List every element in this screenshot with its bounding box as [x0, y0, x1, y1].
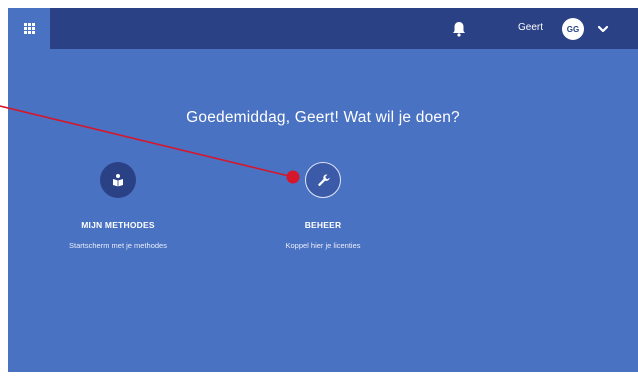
tile-mijn-methodes[interactable]: MIJN METHODES Startscherm met je methode… — [18, 162, 218, 250]
tile-title: BEHEER — [304, 220, 342, 230]
bell-icon[interactable] — [450, 20, 468, 38]
book-icon — [113, 174, 123, 187]
apps-grid-icon — [23, 23, 35, 34]
app-window: Geert GG Goedemiddag, Geert! Wat wil je … — [8, 8, 638, 372]
top-navigation-bar: Geert GG — [8, 8, 638, 49]
greeting-heading: Goedemiddag, Geert! Wat wil je doen? — [186, 109, 460, 126]
user-name[interactable]: Geert — [518, 22, 543, 33]
tile-title: MIJN METHODES — [81, 220, 155, 230]
tile-icon-circle — [305, 162, 341, 198]
tile-subtitle: Startscherm met je methodes — [69, 241, 167, 250]
chevron-down-icon[interactable] — [596, 22, 610, 36]
wrench-icon — [318, 174, 330, 187]
tile-beheer[interactable]: BEHEER Koppel hier je licenties — [223, 162, 423, 250]
tile-icon-circle — [100, 162, 136, 198]
tile-subtitle: Koppel hier je licenties — [285, 241, 361, 250]
avatar[interactable]: GG — [562, 18, 584, 40]
apps-menu-button[interactable] — [8, 8, 50, 49]
